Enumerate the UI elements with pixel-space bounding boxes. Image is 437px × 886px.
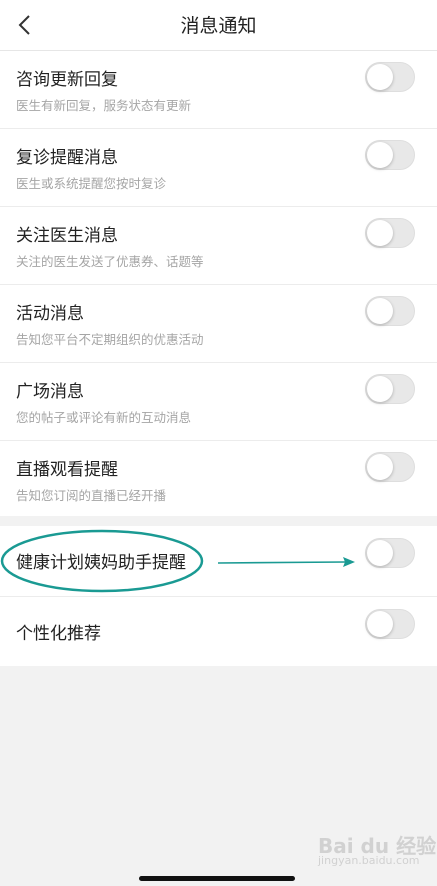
setting-title: 复诊提醒消息 bbox=[16, 148, 118, 168]
toggle-knob bbox=[367, 611, 393, 637]
setting-title: 广场消息 bbox=[16, 382, 84, 402]
setting-title: 关注医生消息 bbox=[16, 226, 118, 246]
setting-row-personalized: 个性化推荐 bbox=[0, 597, 437, 667]
setting-subtitle: 医生有新回复，服务状态有更新 bbox=[16, 98, 192, 113]
setting-title: 个性化推荐 bbox=[16, 624, 101, 644]
home-indicator[interactable] bbox=[139, 876, 295, 881]
setting-row-followed-doctor: 关注医生消息 关注的医生发送了优惠券、话题等 bbox=[0, 207, 437, 285]
setting-subtitle: 医生或系统提醒您按时复诊 bbox=[16, 176, 167, 191]
setting-subtitle: 您的帖子或评论有新的互动消息 bbox=[16, 410, 192, 425]
setting-row-activity: 活动消息 告知您平台不定期组织的优惠活动 bbox=[0, 285, 437, 363]
setting-subtitle: 告知您平台不定期组织的优惠活动 bbox=[16, 332, 204, 347]
toggle-knob bbox=[367, 454, 393, 480]
live-reminder-toggle[interactable] bbox=[365, 452, 415, 482]
setting-row-period-assistant: 健康计划姨妈助手提醒 bbox=[0, 526, 437, 597]
revisit-reminder-toggle[interactable] bbox=[365, 140, 415, 170]
notification-settings-group: 咨询更新回复 医生有新回复，服务状态有更新 复诊提醒消息 医生或系统提醒您按时复… bbox=[0, 51, 437, 516]
setting-row-plaza: 广场消息 您的帖子或评论有新的互动消息 bbox=[0, 363, 437, 441]
setting-title: 健康计划姨妈助手提醒 bbox=[16, 553, 186, 573]
toggle-knob bbox=[367, 220, 393, 246]
toggle-knob bbox=[367, 298, 393, 324]
activity-toggle[interactable] bbox=[365, 296, 415, 326]
setting-title: 咨询更新回复 bbox=[16, 70, 118, 90]
setting-title: 直播观看提醒 bbox=[16, 460, 118, 480]
setting-row-revisit-reminder: 复诊提醒消息 医生或系统提醒您按时复诊 bbox=[0, 129, 437, 207]
plaza-toggle[interactable] bbox=[365, 374, 415, 404]
other-settings-group: 健康计划姨妈助手提醒 个性化推荐 bbox=[0, 526, 437, 666]
setting-row-live-reminder: 直播观看提醒 告知您订阅的直播已经开播 bbox=[0, 441, 437, 518]
toggle-knob bbox=[367, 376, 393, 402]
watermark-url: jingyan.baidu.com bbox=[318, 854, 420, 867]
setting-subtitle: 关注的医生发送了优惠券、话题等 bbox=[16, 254, 204, 269]
nav-bar: 消息通知 bbox=[0, 0, 437, 51]
period-assistant-toggle[interactable] bbox=[365, 538, 415, 568]
baidu-watermark: Bai du 经验 jingyan.baidu.com bbox=[318, 830, 436, 870]
toggle-knob bbox=[367, 142, 393, 168]
consult-reply-toggle[interactable] bbox=[365, 62, 415, 92]
followed-doctor-toggle[interactable] bbox=[365, 218, 415, 248]
toggle-knob bbox=[367, 540, 393, 566]
setting-title: 活动消息 bbox=[16, 304, 84, 324]
setting-row-consult-reply: 咨询更新回复 医生有新回复，服务状态有更新 bbox=[0, 51, 437, 129]
page-title: 消息通知 bbox=[180, 15, 257, 37]
personalized-toggle[interactable] bbox=[365, 609, 415, 639]
setting-subtitle: 告知您订阅的直播已经开播 bbox=[16, 488, 167, 503]
toggle-knob bbox=[367, 64, 393, 90]
